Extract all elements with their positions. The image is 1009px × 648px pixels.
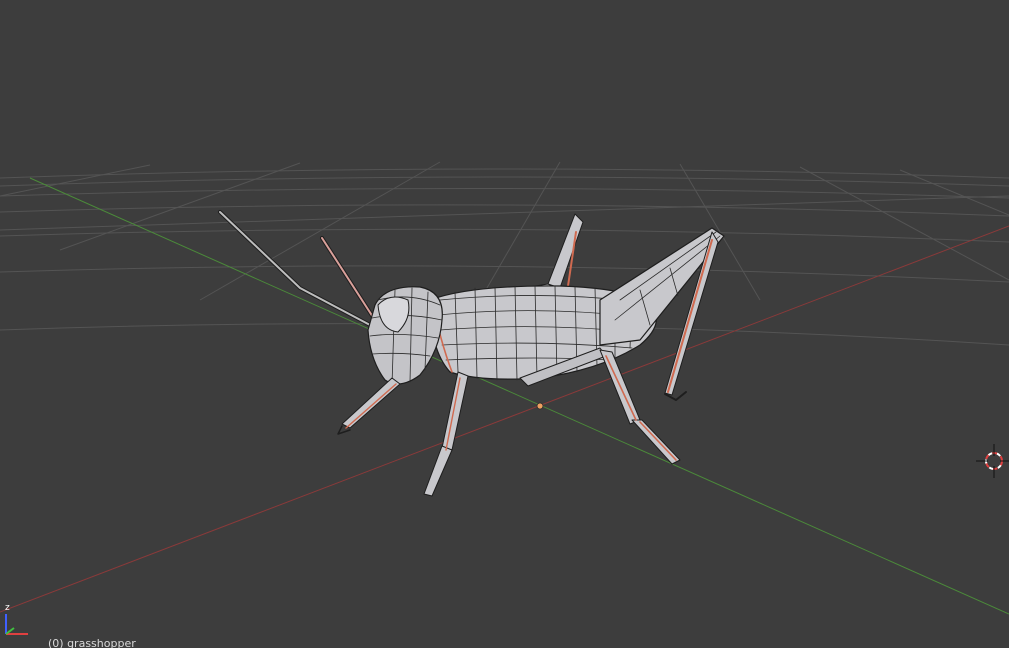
viewport-scene[interactable] xyxy=(0,0,1009,648)
object-origin-icon[interactable] xyxy=(536,402,544,410)
3d-cursor-icon[interactable] xyxy=(976,444,1009,480)
axis-gizmo-icon[interactable]: z xyxy=(0,600,40,640)
front-leg-near xyxy=(441,371,469,451)
x-axis-line xyxy=(0,225,1009,613)
3d-viewport[interactable]: z (0) grasshopper xyxy=(0,0,1009,648)
object-info-text: (0) grasshopper xyxy=(48,637,136,648)
antenna-left xyxy=(218,210,372,327)
gizmo-z-label: z xyxy=(5,603,10,613)
hind-leg-near xyxy=(599,227,725,346)
y-axis-line xyxy=(29,177,1009,615)
front-leg-far xyxy=(341,377,401,429)
hind-leg-far xyxy=(547,213,584,289)
